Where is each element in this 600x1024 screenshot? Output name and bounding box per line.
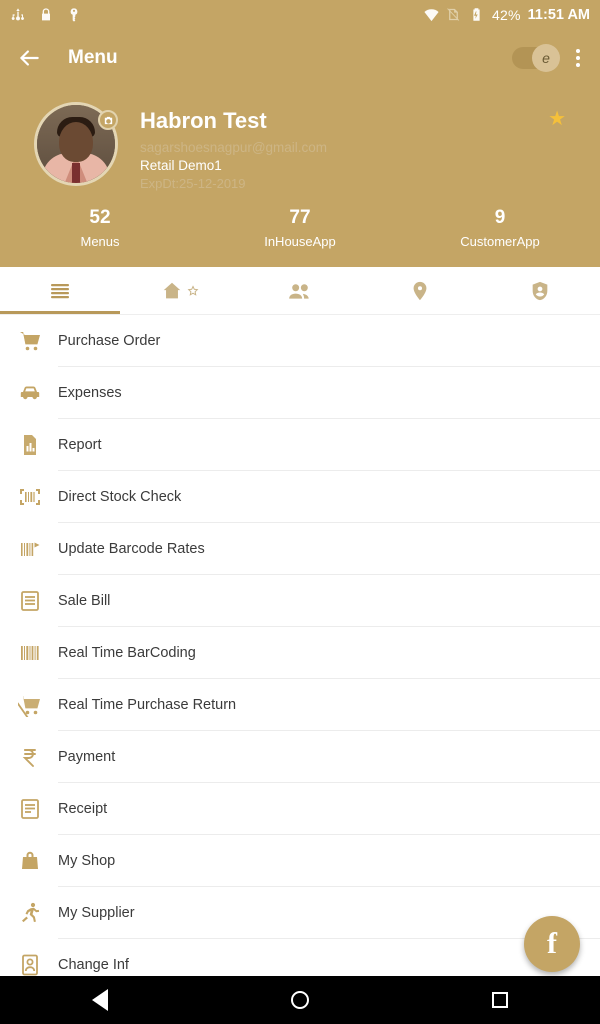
tab-bar [0,267,600,315]
account-badge-icon [529,280,551,302]
stat-menus-label: Menus [80,234,120,249]
app-bar: Menu e [0,30,600,86]
battery-percent: 42% [492,7,521,23]
fab-label: f [547,927,557,960]
profile-expiry: ExpDt:25-12-2019 [140,176,246,191]
back-arrow-icon[interactable] [16,45,42,71]
profile-section: Habron Test sagarshoesnagpur@gmail.com R… [0,86,600,267]
home-star-icon [161,280,199,302]
barcode-rates-icon [10,537,50,561]
people-icon [287,278,313,304]
shopping-cart-icon [10,329,50,353]
mode-toggle[interactable]: e [512,44,560,72]
camera-icon[interactable] [98,110,118,130]
rupee-icon [10,745,50,769]
list-item[interactable]: Real Time BarCoding [0,627,600,678]
car-icon [10,381,50,405]
list-item[interactable]: My Supplier [0,887,600,938]
list-item-label: Update Barcode Rates [58,540,205,557]
usb-icon [10,7,26,23]
stat-inhouseapp-label: InHouseApp [264,234,336,249]
more-vertical-icon[interactable] [572,45,584,71]
list-item[interactable]: Real Time Purchase Return [0,679,600,730]
lock-icon [38,7,54,23]
stats-row: 52 Menus 77 InHouseApp 9 CustomerApp [0,191,600,267]
mode-toggle-label: e [532,44,560,72]
list-item[interactable]: Purchase Order [0,315,600,366]
profile-email: sagarshoesnagpur@gmail.com [140,140,328,155]
menu-list: Purchase Order Expenses Report Direct St… [0,315,600,991]
wifi-icon [423,7,439,23]
list-item-label: Real Time BarCoding [58,644,196,661]
profile-name: Habron Test [140,108,267,133]
stat-inhouseapp-value: 77 [289,207,311,228]
barcode-scan-icon [10,485,50,509]
list-item[interactable]: Update Barcode Rates [0,523,600,574]
list-menu-icon [48,279,72,303]
list-item[interactable]: My Shop [0,835,600,886]
stat-menus[interactable]: 52 Menus [0,207,200,249]
nav-recents-icon[interactable] [470,976,530,1024]
list-item-label: Payment [58,748,116,765]
stat-inhouseapp[interactable]: 77 InHouseApp [200,207,400,249]
list-item-label: Expenses [58,384,122,401]
app-bar-actions: e [512,44,584,72]
status-bar-left-icons [10,7,82,23]
list-item-label: Direct Stock Check [58,488,182,505]
tab-menu-list[interactable] [0,267,120,315]
battery-icon [469,7,485,23]
list-item[interactable]: Direct Stock Check [0,471,600,522]
page-title: Menu [68,47,118,68]
android-nav-bar [0,976,600,1024]
star-icon[interactable]: ★ [548,106,566,131]
key-icon [66,7,82,23]
list-item[interactable]: Expenses [0,367,600,418]
clock: 11:51 AM [527,7,590,23]
list-item-label: Change Inf [58,956,129,973]
bill-lines-icon [10,589,50,613]
nav-home-icon[interactable] [270,976,330,1024]
list-item-label: Report [58,436,102,453]
tab-active-indicator [0,311,120,314]
running-person-icon [10,901,50,925]
profile-plan: Retail Demo1 [140,158,222,173]
nav-back-icon[interactable] [70,976,130,1024]
stat-customerapp-label: CustomerApp [460,234,540,249]
sim-icon [446,7,462,23]
tab-home-favorites[interactable] [120,267,240,315]
stat-customerapp-value: 9 [494,207,506,228]
contact-card-icon [10,953,50,977]
list-item-label: Receipt [58,800,108,817]
list-item-label: My Shop [58,852,116,869]
stat-customerapp[interactable]: 9 CustomerApp [400,207,600,249]
stat-menus-value: 52 [89,207,111,228]
cart-return-icon [10,693,50,717]
list-item-label: Real Time Purchase Return [58,696,237,713]
list-item-label: Sale Bill [58,592,111,609]
list-item[interactable]: Payment [0,731,600,782]
tab-account[interactable] [480,267,600,315]
avatar[interactable] [34,102,118,186]
facebook-icon[interactable]: f [524,916,580,972]
status-bar-right-icons: 42% 11:51 AM [423,7,590,23]
tab-location[interactable] [360,267,480,315]
shop-bag-icon [10,849,50,873]
app-screen: 42% 11:51 AM Menu e Habron Test sagarsho… [0,0,600,1024]
report-chart-icon [10,433,50,457]
list-item-label: My Supplier [58,904,135,921]
barcode-icon [10,641,50,665]
location-pin-icon [409,280,431,302]
receipt-icon [10,797,50,821]
tab-people[interactable] [240,267,360,315]
list-item[interactable]: Report [0,419,600,470]
list-item[interactable]: Sale Bill [0,575,600,626]
list-item[interactable]: Receipt [0,783,600,834]
list-item-label: Purchase Order [58,332,161,349]
status-bar: 42% 11:51 AM [0,0,600,30]
